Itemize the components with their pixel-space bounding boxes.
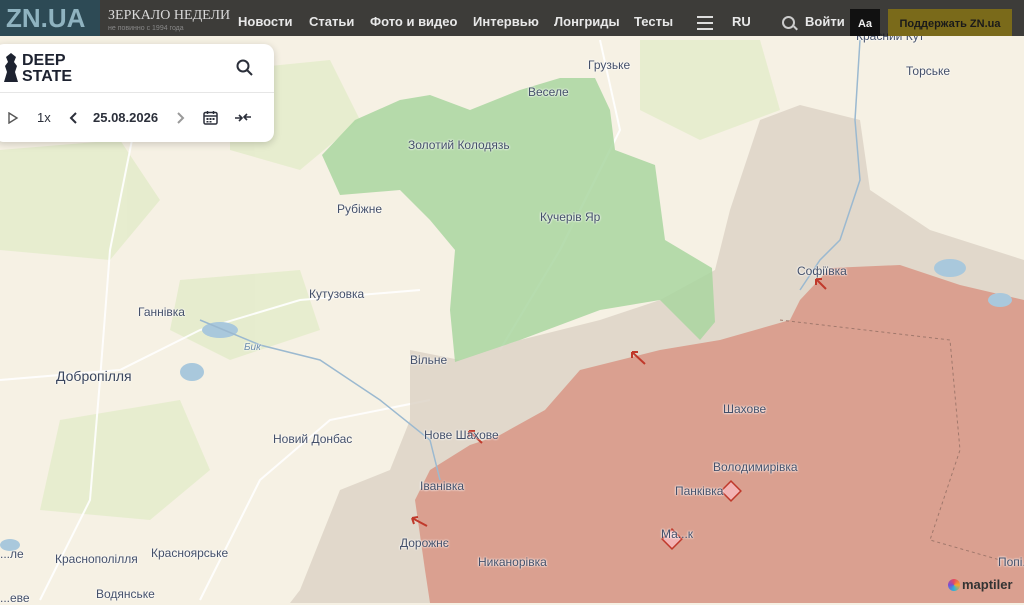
place-label: Нове Шахове	[424, 428, 499, 442]
login-link[interactable]: Войти	[805, 0, 845, 36]
site-logo[interactable]: ZN.UA	[0, 0, 100, 36]
attribution-text: maptiler	[962, 577, 1013, 592]
place-label: Володимирівка	[713, 460, 798, 474]
place-label: Софіївка	[797, 264, 847, 278]
menu-icon[interactable]	[697, 16, 713, 30]
map-attribution[interactable]: maptiler	[948, 577, 1013, 592]
place-label: Золотий Колодязь	[408, 138, 510, 152]
place-label: Новий Донбас	[273, 432, 353, 446]
search-icon[interactable]	[236, 59, 254, 77]
date-display[interactable]: 25.08.2026	[93, 110, 158, 125]
nav-link-tests[interactable]: Тесты	[634, 0, 673, 36]
brand-line-1: DEEP	[22, 52, 66, 69]
font-size-button[interactable]: Aa	[850, 9, 880, 36]
place-label: Водянське	[96, 587, 155, 601]
paper-tagline: не повинно с 1994 года	[108, 25, 184, 32]
chevron-left-icon[interactable]	[69, 112, 79, 124]
place-label: Дорожнє	[400, 536, 449, 550]
site-header: ZN.UA ЗЕРКАЛО НЕДЕЛИ не повинно с 1994 г…	[0, 0, 1024, 36]
chevron-right-icon[interactable]	[175, 112, 185, 124]
calendar-icon[interactable]	[203, 110, 218, 125]
brand-line-2: STATE	[22, 68, 73, 85]
place-label: Шахове	[723, 402, 767, 416]
maptiler-logo-icon	[948, 579, 960, 591]
river-label: Бик	[244, 342, 261, 353]
speed-toggle[interactable]: 1x	[37, 110, 51, 125]
play-icon[interactable]	[7, 112, 19, 124]
paper-title: ЗЕРКАЛО НЕДЕЛИ	[108, 8, 231, 23]
place-label: Панківка	[675, 484, 724, 498]
place-label: Красноярське	[151, 546, 229, 560]
deepstate-panel: DEEP STATE 1x 25.08.2026	[0, 44, 274, 142]
place-label: Никанорівка	[478, 555, 547, 569]
place-label: ...ле	[0, 547, 24, 561]
place-label: Іванівка	[420, 479, 465, 493]
nav-link-interview[interactable]: Интервью	[473, 0, 539, 36]
place-label: Краснополілля	[55, 552, 138, 566]
nav-link-photo-video[interactable]: Фото и видео	[370, 0, 457, 36]
place-label: Ганнівка	[138, 305, 185, 319]
collapse-arrows-icon[interactable]	[234, 109, 252, 126]
place-label: Вільне	[410, 353, 448, 367]
place-label: Ма...к	[661, 527, 694, 541]
place-label: Кутузовка	[309, 287, 365, 301]
place-label: Попі...	[998, 555, 1024, 569]
nav-link-longreads[interactable]: Лонгриды	[554, 0, 620, 36]
language-select[interactable]: RU	[732, 0, 751, 36]
deepstate-logo-icon	[4, 53, 18, 82]
place-label: Грузьке	[588, 58, 631, 72]
panel-divider	[0, 92, 274, 93]
place-label: Добропілля	[56, 368, 132, 384]
support-button[interactable]: Поддержать ZN.ua	[888, 9, 1012, 36]
nav-link-articles[interactable]: Статьи	[309, 0, 354, 36]
place-label: Веселе	[528, 85, 569, 99]
brand-name: DEEP STATE	[22, 53, 72, 85]
place-label: Рубіжне	[337, 202, 383, 216]
place-label: Торське	[906, 64, 951, 78]
place-label: Кучерів Яр	[540, 210, 601, 224]
search-icon[interactable]	[782, 16, 795, 29]
nav-link-news[interactable]: Новости	[238, 0, 293, 36]
